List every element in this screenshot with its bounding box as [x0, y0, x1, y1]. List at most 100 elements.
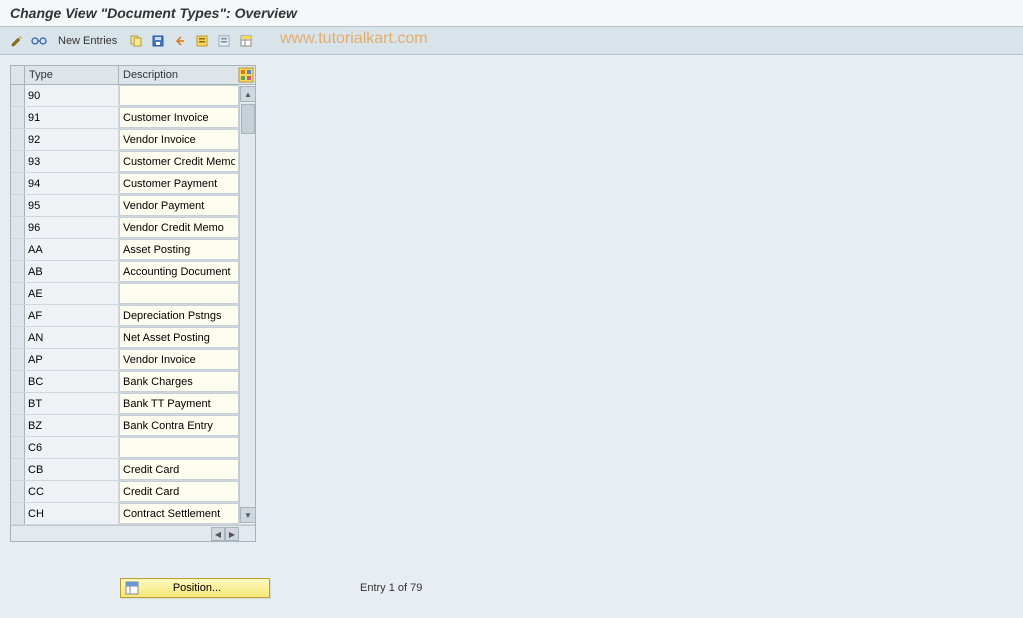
description-input[interactable] [119, 283, 239, 304]
row-selector[interactable] [11, 85, 25, 106]
description-input[interactable] [119, 415, 239, 436]
row-selector[interactable] [11, 327, 25, 348]
description-input[interactable] [119, 503, 239, 524]
table-row: AB [11, 261, 255, 283]
description-input[interactable] [119, 239, 239, 260]
cell-description [119, 393, 239, 414]
position-icon [125, 581, 139, 595]
table-row: BZ [11, 415, 255, 437]
table-row: 94 [11, 173, 255, 195]
select-all-icon[interactable] [193, 32, 211, 50]
change-icon[interactable] [8, 32, 26, 50]
cell-description [119, 173, 239, 194]
data-table: Type Description 90919293949596AAABAEAFA… [10, 65, 256, 542]
cell-description [119, 151, 239, 172]
description-input[interactable] [119, 305, 239, 326]
scroll-up-button[interactable]: ▲ [240, 86, 256, 102]
scroll-down-button[interactable]: ▼ [240, 507, 256, 523]
table-body: 90919293949596AAABAEAFANAPBCBTBZC6CBCCCH [11, 85, 255, 525]
table-row: 95 [11, 195, 255, 217]
cell-description [119, 217, 239, 238]
column-header-description[interactable]: Description [119, 66, 239, 84]
row-selector[interactable] [11, 107, 25, 128]
cell-type: BZ [25, 415, 119, 436]
row-selector[interactable] [11, 305, 25, 326]
row-selector[interactable] [11, 481, 25, 502]
description-input[interactable] [119, 481, 239, 502]
row-selector[interactable] [11, 371, 25, 392]
cell-type: C6 [25, 437, 119, 458]
cell-type: CC [25, 481, 119, 502]
row-selector[interactable] [11, 349, 25, 370]
row-selector[interactable] [11, 459, 25, 480]
cell-type: 93 [25, 151, 119, 172]
row-selector[interactable] [11, 415, 25, 436]
copy-icon[interactable] [127, 32, 145, 50]
cell-description [119, 129, 239, 150]
content-area: Type Description 90919293949596AAABAEAFA… [0, 55, 1023, 552]
new-entries-button[interactable]: New Entries [52, 33, 123, 49]
save-icon[interactable] [149, 32, 167, 50]
row-selector[interactable] [11, 437, 25, 458]
footer: Position... Entry 1 of 79 [0, 578, 1023, 598]
table-row: 91 [11, 107, 255, 129]
scroll-left-button[interactable]: ◀ [211, 527, 225, 541]
description-input[interactable] [119, 107, 239, 128]
row-selector[interactable] [11, 261, 25, 282]
description-input[interactable] [119, 327, 239, 348]
row-selector[interactable] [11, 503, 25, 524]
cell-type: 90 [25, 85, 119, 106]
description-input[interactable] [119, 151, 239, 172]
row-selector[interactable] [11, 393, 25, 414]
cell-type: 94 [25, 173, 119, 194]
vertical-scrollbar[interactable]: ▲ ▼ [239, 86, 255, 523]
description-input[interactable] [119, 173, 239, 194]
column-header-type[interactable]: Type [25, 66, 119, 84]
table-row: C6 [11, 437, 255, 459]
select-all-column[interactable] [11, 66, 25, 84]
table-row: AP [11, 349, 255, 371]
undo-icon[interactable] [171, 32, 189, 50]
horizontal-scrollbar[interactable]: ◀ ▶ [11, 525, 255, 541]
row-selector[interactable] [11, 217, 25, 238]
description-input[interactable] [119, 393, 239, 414]
deselect-all-icon[interactable] [215, 32, 233, 50]
table-row: 96 [11, 217, 255, 239]
row-selector[interactable] [11, 195, 25, 216]
table-row: CC [11, 481, 255, 503]
cell-type: AF [25, 305, 119, 326]
cell-type: AP [25, 349, 119, 370]
table-row: AF [11, 305, 255, 327]
description-input[interactable] [119, 129, 239, 150]
cell-description [119, 305, 239, 326]
glasses-icon[interactable] [30, 32, 48, 50]
position-label: Position... [145, 582, 249, 594]
cell-description [119, 195, 239, 216]
description-input[interactable] [119, 371, 239, 392]
description-input[interactable] [119, 349, 239, 370]
row-selector[interactable] [11, 239, 25, 260]
cell-type: 95 [25, 195, 119, 216]
page-title: Change View "Document Types": Overview [0, 0, 1023, 27]
description-input[interactable] [119, 261, 239, 282]
cell-type: CB [25, 459, 119, 480]
table-config-icon[interactable] [238, 67, 254, 83]
scroll-thumb[interactable] [241, 104, 255, 134]
position-button[interactable]: Position... [120, 578, 270, 598]
row-selector[interactable] [11, 283, 25, 304]
cell-description [119, 261, 239, 282]
row-selector[interactable] [11, 173, 25, 194]
description-input[interactable] [119, 437, 239, 458]
description-input[interactable] [119, 217, 239, 238]
cell-description [119, 239, 239, 260]
row-selector[interactable] [11, 151, 25, 172]
table-row: 93 [11, 151, 255, 173]
row-selector[interactable] [11, 129, 25, 150]
description-input[interactable] [119, 85, 239, 106]
description-input[interactable] [119, 195, 239, 216]
description-input[interactable] [119, 459, 239, 480]
table-row: AN [11, 327, 255, 349]
cell-description [119, 85, 239, 106]
scroll-right-button[interactable]: ▶ [225, 527, 239, 541]
table-settings-icon[interactable] [237, 32, 255, 50]
